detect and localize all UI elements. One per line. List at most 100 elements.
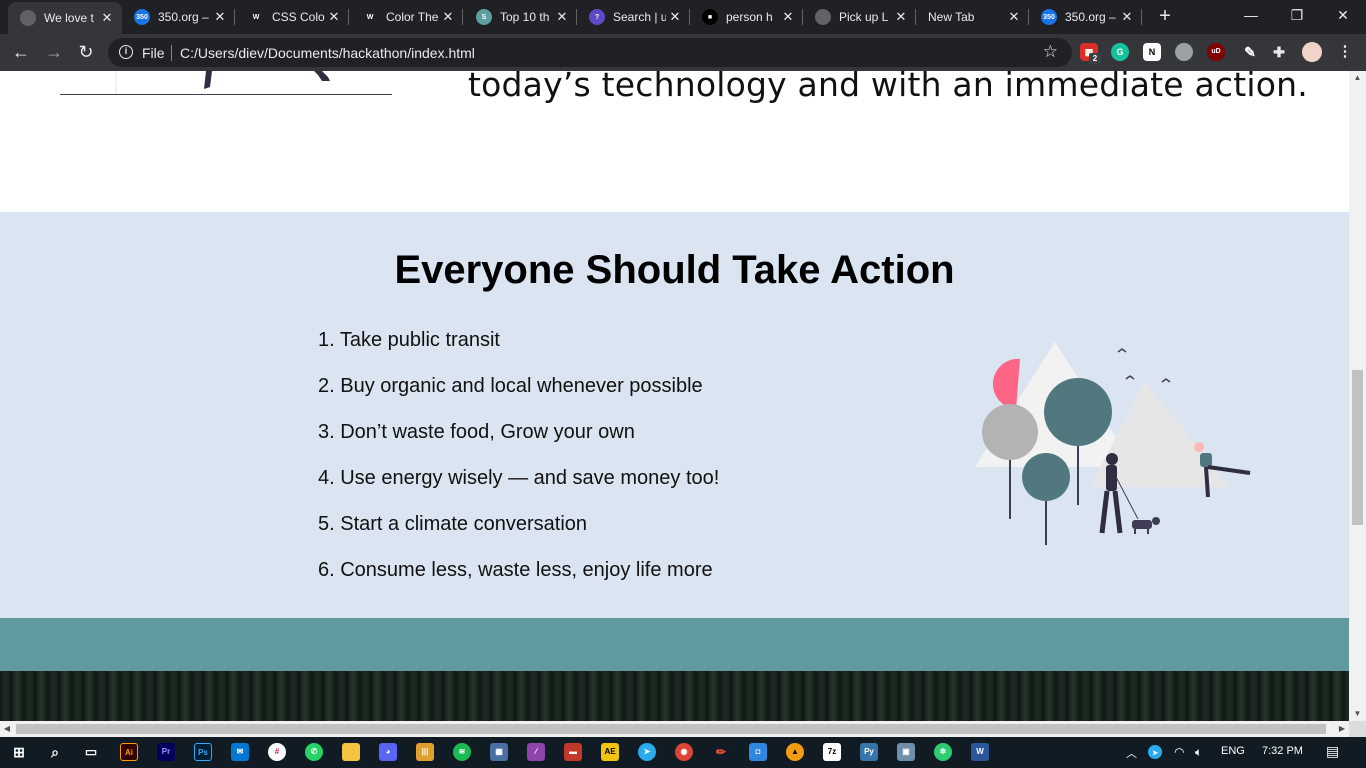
tab-close-icon[interactable]: ✕: [1118, 9, 1136, 25]
notion-icon[interactable]: N: [1143, 43, 1161, 61]
tab-close-icon[interactable]: ✕: [325, 9, 343, 25]
dog-figure: [1132, 517, 1160, 534]
search-icon[interactable]: ⌕: [46, 743, 64, 761]
hero-ground-line: [60, 94, 392, 95]
pencil-app-icon[interactable]: ✏: [712, 743, 730, 761]
volume-icon[interactable]: 🔈︎: [1195, 745, 1202, 760]
tab-favicon-icon: S: [476, 9, 492, 25]
horizontal-scroll-thumb[interactable]: [16, 724, 1326, 734]
book-app-icon[interactable]: ▬: [564, 743, 582, 761]
extensions-puzzle-icon[interactable]: ✚: [1270, 43, 1288, 61]
browser-tab[interactable]: 350 350.org – ✕: [1029, 0, 1142, 34]
tray-chevron-icon[interactable]: ︿: [1126, 745, 1137, 761]
language-indicator[interactable]: ENG: [1221, 745, 1245, 757]
menu-kebab-icon[interactable]: ⋮: [1336, 43, 1354, 61]
browser-tab[interactable]: W Color The ✕: [350, 0, 463, 34]
tray-telegram-icon[interactable]: ➤: [1148, 745, 1162, 759]
warning-app-icon[interactable]: ▲: [786, 743, 804, 761]
chatgpt-icon[interactable]: ✲: [934, 743, 952, 761]
close-window-button[interactable]: ✕: [1320, 0, 1366, 34]
tree-teal-small: [1022, 453, 1070, 501]
tab-close-icon[interactable]: ✕: [98, 10, 116, 26]
tab-close-icon[interactable]: ✕: [439, 9, 457, 25]
take-action-section: Everyone Should Take Action 1. Take publ…: [0, 212, 1349, 618]
scroll-up-icon[interactable]: ▲: [1349, 71, 1366, 85]
action-list: 1. Take public transit 2. Buy organic an…: [318, 328, 719, 604]
whatsapp-icon[interactable]: ✆: [305, 743, 323, 761]
mail-icon[interactable]: ✉: [231, 743, 249, 761]
word-icon[interactable]: W: [971, 743, 989, 761]
clock[interactable]: 7:32 PM: [1262, 745, 1303, 757]
windows-start-icon[interactable]: ⊞: [10, 743, 28, 761]
forest-background-image: [0, 671, 1349, 721]
tab-title: 350.org –: [1065, 10, 1116, 24]
notifications-icon[interactable]: ▤: [1326, 743, 1339, 760]
grammarly-icon[interactable]: G: [1111, 43, 1129, 61]
python-icon[interactable]: Py: [860, 743, 878, 761]
task-view-icon[interactable]: ▭: [82, 743, 100, 761]
browser-tab[interactable]: We love t ✕: [8, 2, 122, 34]
photoshop-icon[interactable]: Ps: [194, 743, 212, 761]
extension-round-icon[interactable]: [1175, 43, 1193, 61]
tab-separator: [234, 9, 235, 25]
scroll-left-icon[interactable]: ◀: [0, 721, 14, 737]
browser-tab[interactable]: New Tab ✕: [916, 0, 1029, 34]
horizontal-scrollbar[interactable]: ◀ ▶: [0, 721, 1349, 737]
slack-icon[interactable]: #: [268, 743, 286, 761]
calculator-icon[interactable]: ▦: [490, 743, 508, 761]
blue-app-icon[interactable]: ◘: [749, 743, 767, 761]
premiere-icon[interactable]: Pr: [157, 743, 175, 761]
bird-shape: [1161, 378, 1171, 383]
image-app-icon[interactable]: ▣: [897, 743, 915, 761]
7zip-icon[interactable]: 7z: [823, 743, 841, 761]
discord-icon[interactable]: ◕: [379, 743, 397, 761]
profile-avatar[interactable]: [1302, 42, 1322, 62]
reload-icon[interactable]: ↻: [74, 40, 98, 64]
scroll-down-icon[interactable]: ▼: [1349, 707, 1366, 721]
chrome-icon[interactable]: ◉: [675, 743, 693, 761]
hero-section: today’s technology and with an immediate…: [0, 71, 1349, 212]
minimize-button[interactable]: —: [1228, 0, 1274, 34]
tab-favicon-icon: 350: [1041, 9, 1057, 25]
browser-tab[interactable]: ■ person h ✕: [690, 0, 803, 34]
tab-close-icon[interactable]: ✕: [1005, 9, 1023, 25]
bookmark-star-icon[interactable]: ☆: [1043, 42, 1058, 62]
pen-extension-icon[interactable]: ✎: [1241, 43, 1259, 61]
tab-close-icon[interactable]: ✕: [892, 9, 910, 25]
page-viewport: today’s technology and with an immediate…: [0, 71, 1349, 721]
scroll-right-icon[interactable]: ▶: [1335, 721, 1349, 737]
tab-close-icon[interactable]: ✕: [666, 9, 684, 25]
telegram-icon[interactable]: ➤: [638, 743, 656, 761]
sun-shape: [992, 358, 1020, 409]
tab-close-icon[interactable]: ✕: [211, 9, 229, 25]
spotify-icon[interactable]: ≋: [453, 743, 471, 761]
browser-tab[interactable]: S Top 10 th ✕: [464, 0, 577, 34]
browser-toolbar: ← → ↻ i File C:/Users/diev/Documents/hac…: [0, 34, 1366, 71]
books-icon[interactable]: |||: [416, 743, 434, 761]
wifi-icon[interactable]: ◠: [1174, 745, 1184, 759]
forward-icon[interactable]: →: [42, 40, 66, 64]
bird-shape: [1117, 348, 1127, 353]
tab-close-icon[interactable]: ✕: [553, 9, 571, 25]
browser-tab[interactable]: Pick up L ✕: [803, 0, 916, 34]
ae-app-icon[interactable]: AE: [601, 743, 619, 761]
restore-button[interactable]: ❐: [1274, 0, 1320, 34]
file-explorer-icon[interactable]: [342, 743, 360, 761]
ublock-icon[interactable]: uD: [1207, 43, 1225, 61]
tab-title: Pick up L: [839, 10, 889, 24]
browser-tab[interactable]: 350 350.org – ✕: [122, 0, 235, 34]
browser-tab[interactable]: ? Search | u ✕: [577, 0, 690, 34]
back-icon[interactable]: ←: [9, 40, 33, 64]
address-bar[interactable]: i File C:/Users/diev/Documents/hackathon…: [108, 38, 1072, 67]
feather-app-icon[interactable]: ⁄: [527, 743, 545, 761]
vertical-scroll-thumb[interactable]: [1352, 370, 1363, 525]
tab-favicon-icon: [20, 10, 36, 26]
tab-favicon-icon: 350: [134, 9, 150, 25]
vertical-scrollbar[interactable]: ▲ ▼: [1349, 71, 1366, 721]
url-text[interactable]: C:/Users/diev/Documents/hackathon/index.…: [180, 45, 475, 61]
site-info-icon[interactable]: i: [119, 45, 133, 59]
illustrator-icon[interactable]: Ai: [120, 743, 138, 761]
new-tab-button[interactable]: +: [1154, 5, 1176, 27]
tab-close-icon[interactable]: ✕: [779, 9, 797, 25]
browser-tab[interactable]: W CSS Colo ✕: [236, 0, 349, 34]
